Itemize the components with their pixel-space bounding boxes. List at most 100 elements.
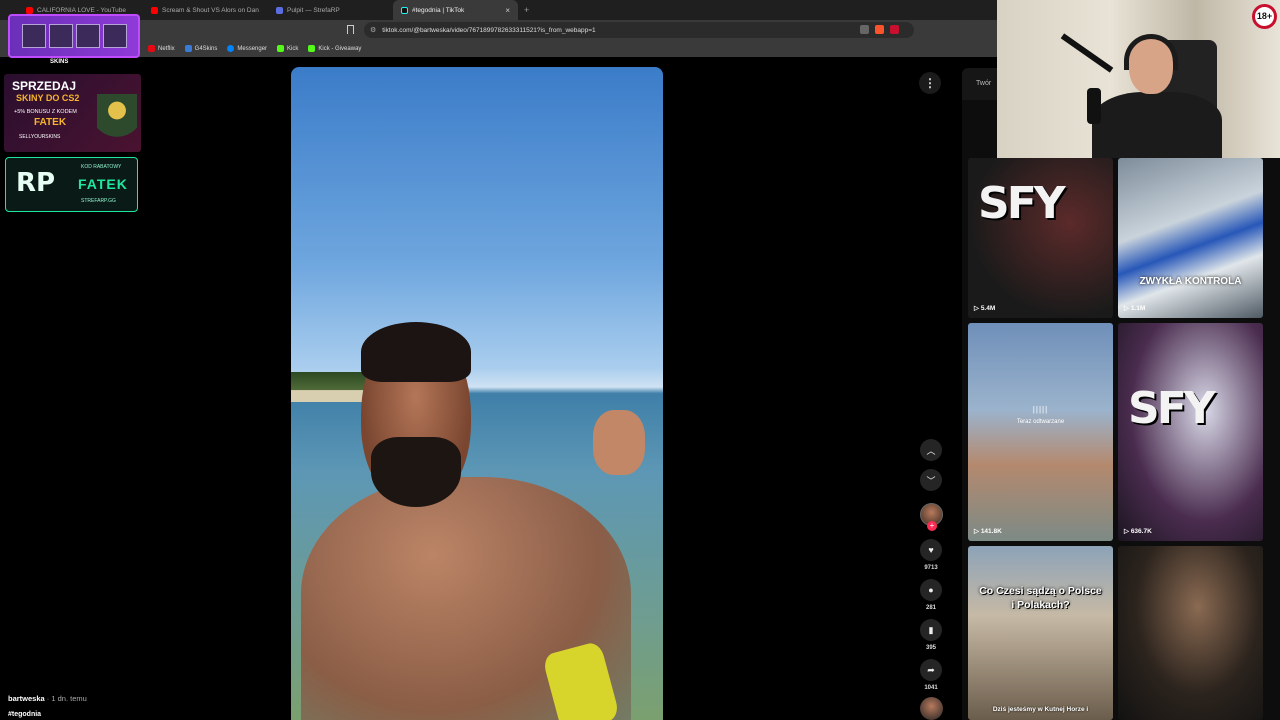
thumbnail-title: SFY (1128, 383, 1216, 434)
address-bar: ⚙ tiktok.com/@bartweska/video/7671899782… (0, 20, 997, 40)
bookmark-netflix[interactable]: Netflix (148, 45, 175, 52)
bookmark-label: Netflix (158, 45, 175, 52)
overlay-thumbnail (75, 24, 100, 48)
g4skins-icon (184, 45, 192, 52)
age-rating-badge: 18+ (1252, 4, 1277, 29)
previous-video-button[interactable]: ︿ (920, 439, 942, 461)
author-name[interactable]: bartweska (8, 694, 45, 703)
heart-icon: ♥ (928, 545, 934, 555)
ad-character-image (97, 94, 137, 149)
video-player[interactable] (291, 67, 663, 720)
translate-icon[interactable] (860, 25, 869, 34)
bookmark-label: Messenger (237, 45, 268, 52)
like-button[interactable]: ♥ (920, 539, 942, 561)
bookmark-icon: ▮ (928, 624, 934, 635)
youtube-icon (151, 6, 158, 14)
video-thumbnail-playing[interactable]: ||||| Teraz odtwarzane ▷ 141.8K (968, 323, 1113, 541)
next-video-button[interactable]: ﹀ (920, 469, 942, 491)
ad-promo-code: FATEK (78, 176, 128, 192)
bookmark-label: Kick (287, 45, 299, 52)
tab-bar: CALIFORNIA LOVE - YouTube Scream & Shout… (0, 0, 997, 20)
overlay-brand: SKINS (50, 59, 69, 65)
bookmark-kick-giveaway[interactable]: Kick - Giveaway (308, 45, 361, 52)
strefarp-icon (276, 6, 283, 14)
kick-icon (308, 45, 316, 52)
video-person-beard (371, 437, 461, 507)
video-thumbnail[interactable]: Co Czesi sądzą o Polsce i Polakach? Dziś… (968, 546, 1113, 720)
brave-shield-icon[interactable] (875, 25, 884, 34)
thumbnail-title: ZWYKŁA KONTROLA (1139, 276, 1242, 287)
video-hashtag[interactable]: #tegodnia (8, 711, 41, 718)
music-disc-icon[interactable] (920, 697, 943, 720)
microphone-icon (1087, 88, 1101, 124)
comment-count: 281 (925, 605, 936, 611)
bookmark-label: G4Skins (194, 45, 218, 52)
related-videos-panel: SFY ▷ 5.4M ZWYKŁA KONTROLA ▷ 1.1M ||||| … (962, 100, 1280, 720)
tab-label: Scream & Shout VS Alors on Dan (162, 6, 259, 14)
tab-label: CALIFORNIA LOVE - YouTube (37, 6, 126, 14)
video-thumbnail[interactable] (1118, 546, 1263, 720)
thumbnail-title: Co Czesi sądzą o Polsce i Polakach? (979, 585, 1102, 611)
overlay-thumbnail (102, 24, 127, 48)
ad-line2: SKINY DO CS2 (16, 93, 80, 103)
video-thumbnail[interactable]: ZWYKŁA KONTROLA ▷ 1.1M (1118, 158, 1263, 318)
save-count: 395 (925, 645, 936, 651)
microphone-arm (1060, 33, 1114, 73)
extensions (860, 25, 899, 34)
overlay-thumbnail (21, 24, 46, 48)
bookmark-messenger[interactable]: Messenger (227, 45, 267, 52)
save-button[interactable]: ▮ (920, 619, 942, 641)
share-count: 1041 (924, 685, 938, 691)
ad-line1: SPRZEDAJ (12, 79, 77, 93)
webcam-person-shirt (1092, 92, 1222, 158)
close-tab-icon[interactable]: × (505, 6, 510, 15)
url-input[interactable]: ⚙ tiktok.com/@bartweska/video/7671899782… (364, 22, 914, 38)
messenger-icon (227, 45, 235, 52)
ad-code: FATEK (34, 117, 67, 128)
share-arrow-icon: ➦ (927, 664, 935, 675)
url-text: tiktok.com/@bartweska/video/767189978263… (382, 26, 596, 34)
thumbnail-title: SFY (978, 178, 1066, 229)
video-thumbnail[interactable]: SFY ▷ 636.7K (1118, 323, 1263, 541)
bookmark-kick[interactable]: Kick (277, 45, 298, 52)
kick-icon (277, 45, 285, 52)
now-playing-icon: ||||| (1032, 405, 1049, 414)
bookmark-label: Kick - Giveaway (318, 45, 362, 52)
tab-tiktok[interactable]: #tegodnia | TikTok × (393, 0, 518, 20)
new-tab-button[interactable]: + (518, 5, 535, 15)
sponsor-ad-strefarp: RP KOD RABATOWY FATEK STREFARP.GG (5, 157, 138, 212)
tab-strefarp[interactable]: Pulpit — StrefaRP (268, 0, 393, 20)
follow-plus-icon[interactable]: + (927, 521, 937, 531)
chevron-up-icon: ︿ (926, 445, 936, 456)
video-person-hair (361, 322, 471, 382)
tab-creator-videos[interactable]: Twór (962, 68, 1002, 101)
streamer-webcam (997, 0, 1280, 158)
tab-label: Pulpit — StrefaRP (287, 6, 340, 14)
video-thumbnail[interactable]: SFY ▷ 5.4M (968, 158, 1113, 318)
youtube-icon (26, 6, 33, 14)
chevron-down-icon: ﹀ (926, 475, 936, 486)
comment-icon: ● (928, 585, 934, 595)
video-author[interactable]: bartweska · 1 dn. temu (8, 694, 87, 703)
now-playing-label: Teraz odtwarzane (1016, 419, 1065, 425)
post-age: · 1 dn. temu (46, 694, 87, 703)
bookmark-icon[interactable] (347, 25, 354, 34)
stream-overlay-banner (8, 14, 140, 58)
sponsor-ad-cs2: SPRZEDAJ SKINY DO CS2 +5% BONUSU Z KODEM… (4, 74, 141, 152)
ad-promo-label: KOD RABATOWY (81, 164, 122, 170)
site-info-icon[interactable]: ⚙ (370, 26, 376, 34)
ad-footer: SELLYOURSKINS (19, 134, 61, 140)
ad-line3: +5% BONUSU Z KODEM (14, 109, 77, 115)
strefarp-logo: RP (16, 168, 56, 198)
bookmarks-bar: Netflix G4Skins Messenger Kick Kick - Gi… (0, 40, 997, 57)
brave-rewards-icon[interactable] (890, 25, 899, 34)
comment-button[interactable]: ● (920, 579, 942, 601)
tab-youtube-scream[interactable]: Scream & Shout VS Alors on Dan (143, 0, 268, 20)
tab-label: #tegodnia | TikTok (412, 6, 465, 14)
share-button[interactable]: ➦ (920, 659, 942, 681)
bookmark-g4skins[interactable]: G4Skins (184, 45, 218, 52)
thumbnail-caption: Dziś jesteśmy w Kutnej Horze i (992, 706, 1089, 713)
more-options-icon[interactable]: ⋮ (919, 72, 941, 94)
view-count: ▷ 636.7K (1124, 528, 1152, 535)
netflix-icon (148, 45, 155, 52)
